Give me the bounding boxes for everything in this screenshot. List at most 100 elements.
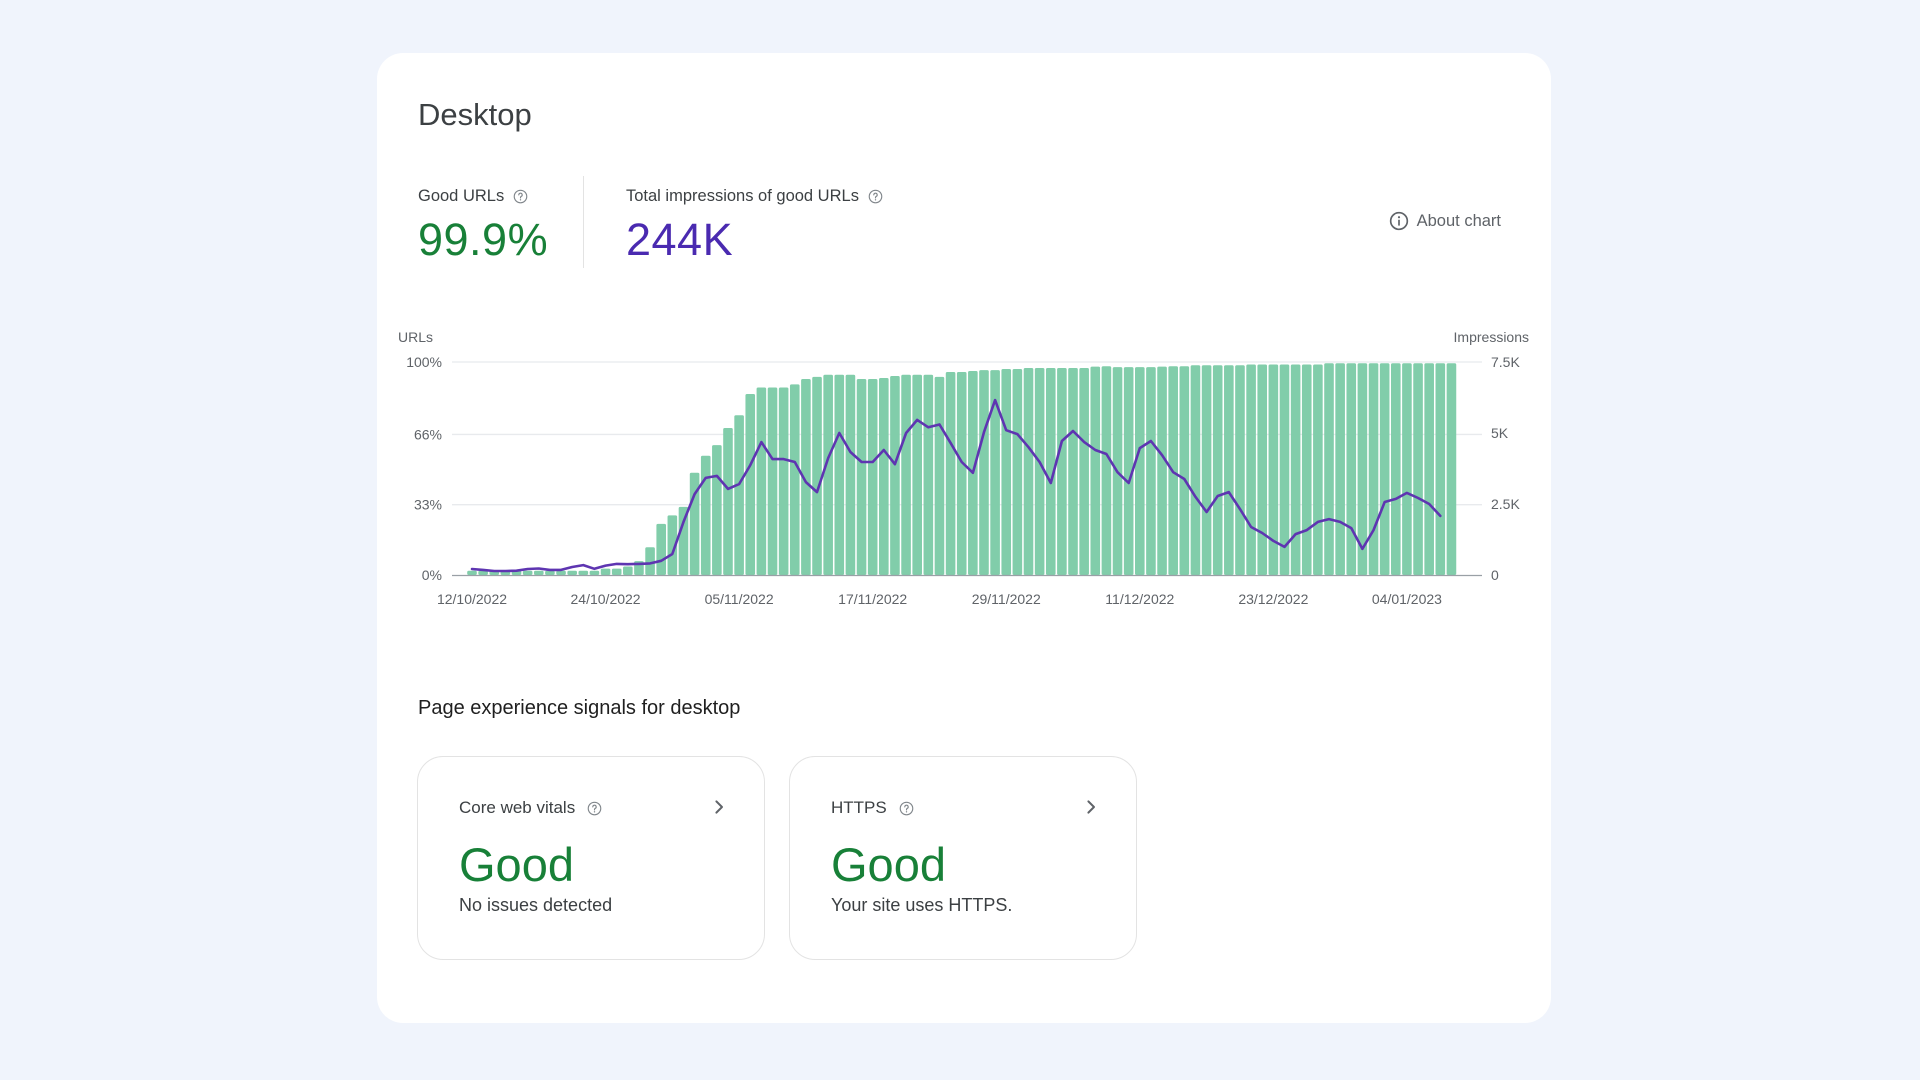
bar	[1034, 367, 1045, 575]
right-axis-tick-label: 2.5K	[1491, 496, 1520, 512]
bar-series	[467, 363, 1457, 575]
signal-label: HTTPS	[831, 798, 887, 817]
x-axis-tick-label: 12/10/2022	[437, 591, 507, 607]
bar	[1379, 363, 1390, 575]
bar	[890, 376, 900, 575]
bar	[522, 570, 533, 575]
bar	[1190, 365, 1201, 575]
bar	[1402, 363, 1412, 575]
signal-description: No issues detected	[459, 895, 613, 915]
signal-card-core-web-vitals[interactable]: Core web vitals Good No issues detected	[417, 756, 765, 960]
bar	[1079, 367, 1089, 575]
metric-value: 99.9%	[418, 214, 549, 265]
bar	[1235, 365, 1245, 575]
bar	[533, 570, 544, 575]
x-axis-tick-label: 29/11/2022	[972, 591, 1041, 607]
bar	[934, 376, 945, 575]
bar	[1257, 364, 1268, 575]
signals-section-title: Page experience signals for desktop	[418, 697, 741, 719]
help-icon[interactable]	[587, 801, 602, 816]
bar	[867, 379, 878, 575]
bar	[767, 387, 778, 575]
desktop-report-card: Desktop Good URLs 99.9% Total impression…	[377, 53, 1551, 1023]
bar	[656, 523, 667, 575]
bar	[745, 393, 756, 575]
chevron-right-icon[interactable]	[1082, 797, 1100, 817]
help-icon[interactable]	[899, 801, 914, 816]
bar	[879, 377, 889, 575]
bar	[1057, 367, 1067, 575]
right-axis-title: Impressions	[1454, 329, 1529, 345]
bar	[856, 379, 867, 575]
bar	[1212, 365, 1223, 575]
bar	[723, 428, 733, 575]
signal-status: Good	[831, 838, 946, 891]
signal-label: Core web vitals	[459, 798, 576, 817]
bar	[1090, 366, 1101, 575]
bar	[700, 455, 711, 575]
metric-total-impressions: Total impressions of good URLs 244K	[626, 187, 883, 266]
left-axis-tick-label: 100%	[406, 354, 442, 370]
bar	[1446, 363, 1457, 575]
bar	[1346, 363, 1357, 575]
metric-good-urls: Good URLs 99.9%	[418, 187, 548, 266]
bar	[623, 566, 633, 575]
bar	[845, 374, 856, 575]
bar	[1313, 364, 1323, 575]
bar	[1368, 363, 1379, 575]
bar	[979, 370, 989, 575]
bar	[734, 415, 744, 575]
metric-label: Good URLs	[418, 187, 505, 205]
right-axis-tick-label: 5K	[1491, 425, 1509, 441]
x-axis-tick-label: 17/11/2022	[838, 591, 907, 607]
bar	[1246, 364, 1256, 575]
about-chart-label: About chart	[1416, 211, 1501, 230]
right-axis-tick-label: 0	[1491, 567, 1499, 583]
bar	[1012, 369, 1023, 575]
chart-svg: URLs Impressions 0% 33% 66% 100% 0 2.5K 5K 7.5K…	[398, 329, 1529, 607]
bar	[1390, 363, 1401, 575]
bar	[1101, 366, 1112, 575]
bar	[1146, 367, 1156, 575]
left-axis-tick-label: 33%	[414, 497, 442, 513]
chart: URLs Impressions 0% 33% 66% 100% 0 2.5K 5K 7.5K…	[377, 323, 1551, 683]
bar	[834, 374, 845, 575]
metric-label: Total impressions of good URLs	[626, 187, 859, 205]
bar	[823, 374, 833, 575]
chevron-right-icon[interactable]	[710, 797, 728, 817]
bar	[567, 570, 577, 575]
card-title: Desktop	[418, 97, 532, 132]
right-axis-tick-label: 7.5K	[1491, 354, 1520, 370]
bar	[956, 372, 967, 575]
bar	[756, 387, 767, 575]
bar	[467, 570, 477, 575]
bar	[600, 568, 611, 575]
metric-value: 244K	[626, 214, 734, 265]
bar	[901, 374, 911, 575]
left-axis-tick-label: 0%	[422, 567, 442, 583]
bar	[611, 568, 622, 575]
signal-description: Your site uses HTTPS.	[831, 895, 1013, 915]
bar	[778, 387, 789, 575]
bar	[1301, 364, 1312, 575]
help-icon[interactable]	[513, 189, 528, 204]
metric-divider	[583, 176, 584, 268]
bar	[812, 376, 822, 575]
bar	[1435, 363, 1446, 575]
signal-status: Good	[459, 838, 574, 891]
info-icon	[1389, 211, 1408, 231]
left-axis-tick-label: 66%	[414, 426, 442, 442]
about-chart-button[interactable]: About chart	[1389, 211, 1501, 231]
bar	[912, 374, 922, 575]
bar	[1424, 363, 1434, 575]
help-icon[interactable]	[868, 189, 883, 204]
bar	[1179, 366, 1190, 575]
x-axis-tick-label: 24/10/2022	[571, 591, 641, 607]
left-axis-title: URLs	[398, 329, 433, 345]
bar	[923, 374, 934, 575]
signal-card-https[interactable]: HTTPS Good Your site uses HTTPS.	[789, 756, 1137, 960]
bar	[1023, 367, 1034, 575]
bar	[1135, 367, 1145, 575]
bar	[545, 570, 555, 575]
bar	[1335, 363, 1345, 575]
